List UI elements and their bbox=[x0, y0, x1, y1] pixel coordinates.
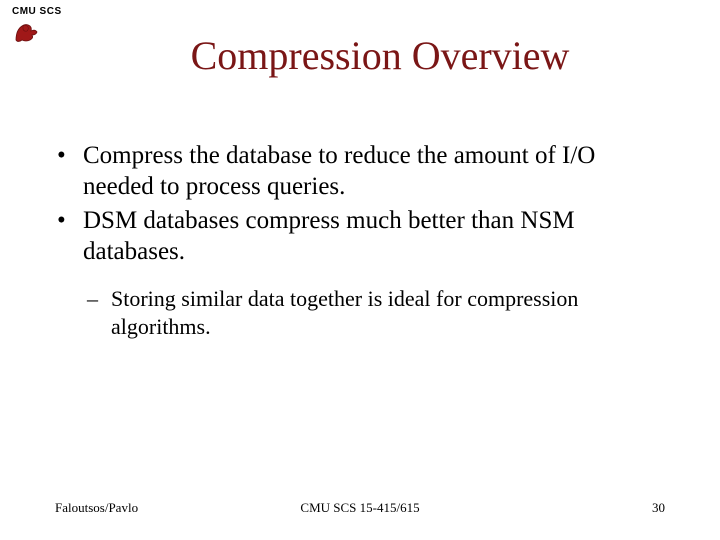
footer-course: CMU SCS 15-415/615 bbox=[300, 500, 419, 516]
sub-bullet-list: Storing similar data together is ideal f… bbox=[83, 285, 665, 340]
slide-header: CMU SCS bbox=[12, 6, 62, 17]
slide-title: Compression Overview bbox=[0, 32, 720, 79]
slide-content: Compress the database to reduce the amou… bbox=[55, 140, 665, 340]
slide-footer: Faloutsos/Pavlo CMU SCS 15-415/615 30 bbox=[55, 500, 665, 516]
bullet-list: Compress the database to reduce the amou… bbox=[55, 140, 665, 267]
footer-authors: Faloutsos/Pavlo bbox=[55, 500, 138, 516]
bullet-item: Compress the database to reduce the amou… bbox=[55, 140, 665, 203]
bullet-item: DSM databases compress much better than … bbox=[55, 205, 665, 268]
footer-page-number: 30 bbox=[652, 500, 665, 516]
sub-bullet-item: Storing similar data together is ideal f… bbox=[83, 285, 665, 340]
header-label: CMU SCS bbox=[12, 6, 62, 17]
